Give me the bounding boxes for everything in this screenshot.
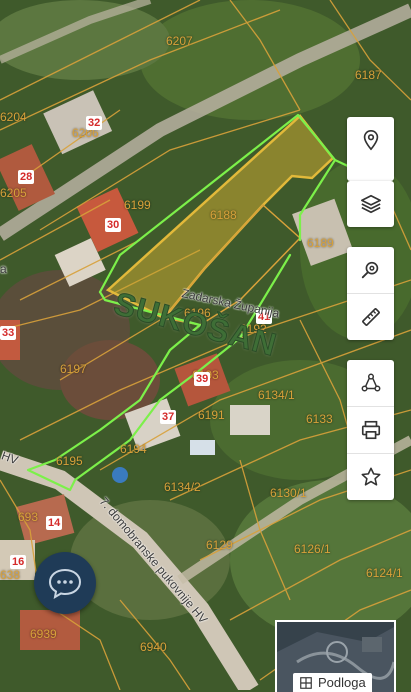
parcel-label: 638 (0, 568, 21, 582)
search-location-icon (361, 261, 378, 279)
search-location-button[interactable] (347, 247, 394, 294)
house-number: 37 (160, 410, 177, 424)
parcel-label: 6124/1 (366, 566, 403, 580)
basemap-label-text: Podloga (318, 675, 366, 690)
network-icon (361, 373, 380, 392)
basemap-label: Podloga (293, 673, 372, 692)
layers-icon (360, 194, 381, 214)
star-icon (361, 467, 380, 486)
parcel-label: 6133 (306, 412, 333, 426)
measure-button[interactable] (347, 294, 394, 340)
layers-button[interactable] (347, 181, 394, 227)
location-pin-button[interactable] (347, 117, 394, 163)
chat-button[interactable] (34, 552, 96, 614)
parcel-label: 6130/1 (270, 486, 307, 500)
parcel-label: 6129 (206, 538, 233, 552)
print-icon (361, 420, 380, 440)
parcel-label: 6197 (60, 362, 87, 376)
print-button[interactable] (347, 407, 394, 454)
street-label: a (0, 262, 7, 276)
parcel-label: 6204 (0, 110, 27, 124)
map-toolbar-layers (347, 181, 394, 227)
parcel-label: 6207 (166, 34, 193, 48)
parcel-label: 6195 (56, 454, 83, 468)
parcel-label: 6194 (120, 442, 147, 456)
favorite-button[interactable] (347, 454, 394, 500)
parcel-label: 6199 (124, 198, 151, 212)
parcel-label: 6134/1 (258, 388, 295, 402)
map-toolbar-bottom (347, 360, 394, 500)
parcel-label: 6939 (30, 627, 57, 641)
parcel-label: 6188 (210, 208, 237, 222)
house-number: 16 (10, 555, 27, 569)
map-toolbar-tools (347, 247, 394, 340)
parcel-label: 6191 (198, 408, 225, 422)
basemap-switcher[interactable]: Podloga (275, 620, 396, 692)
map-toolbar-top (347, 117, 394, 181)
parcel-label: 6134/2 (164, 480, 201, 494)
house-number: 14 (46, 516, 63, 530)
layers-icon (300, 676, 312, 689)
house-number: 30 (105, 218, 122, 232)
house-number: 28 (18, 170, 35, 184)
parcel-label: 6205 (0, 186, 27, 200)
chat-bubble-icon (48, 568, 82, 599)
parcel-label: 6940 (140, 640, 167, 654)
house-number: 33 (0, 326, 17, 340)
parcel-label: 6126/1 (294, 542, 331, 556)
share-button[interactable] (347, 360, 394, 407)
house-number: 39 (194, 372, 211, 386)
parcel-label: 6189 (307, 236, 334, 250)
location-pin-icon (363, 130, 378, 151)
parcel-label: 6187 (355, 68, 382, 82)
house-number: 32 (86, 116, 103, 130)
ruler-icon (361, 308, 380, 326)
parcel-label: 693 (18, 510, 39, 524)
